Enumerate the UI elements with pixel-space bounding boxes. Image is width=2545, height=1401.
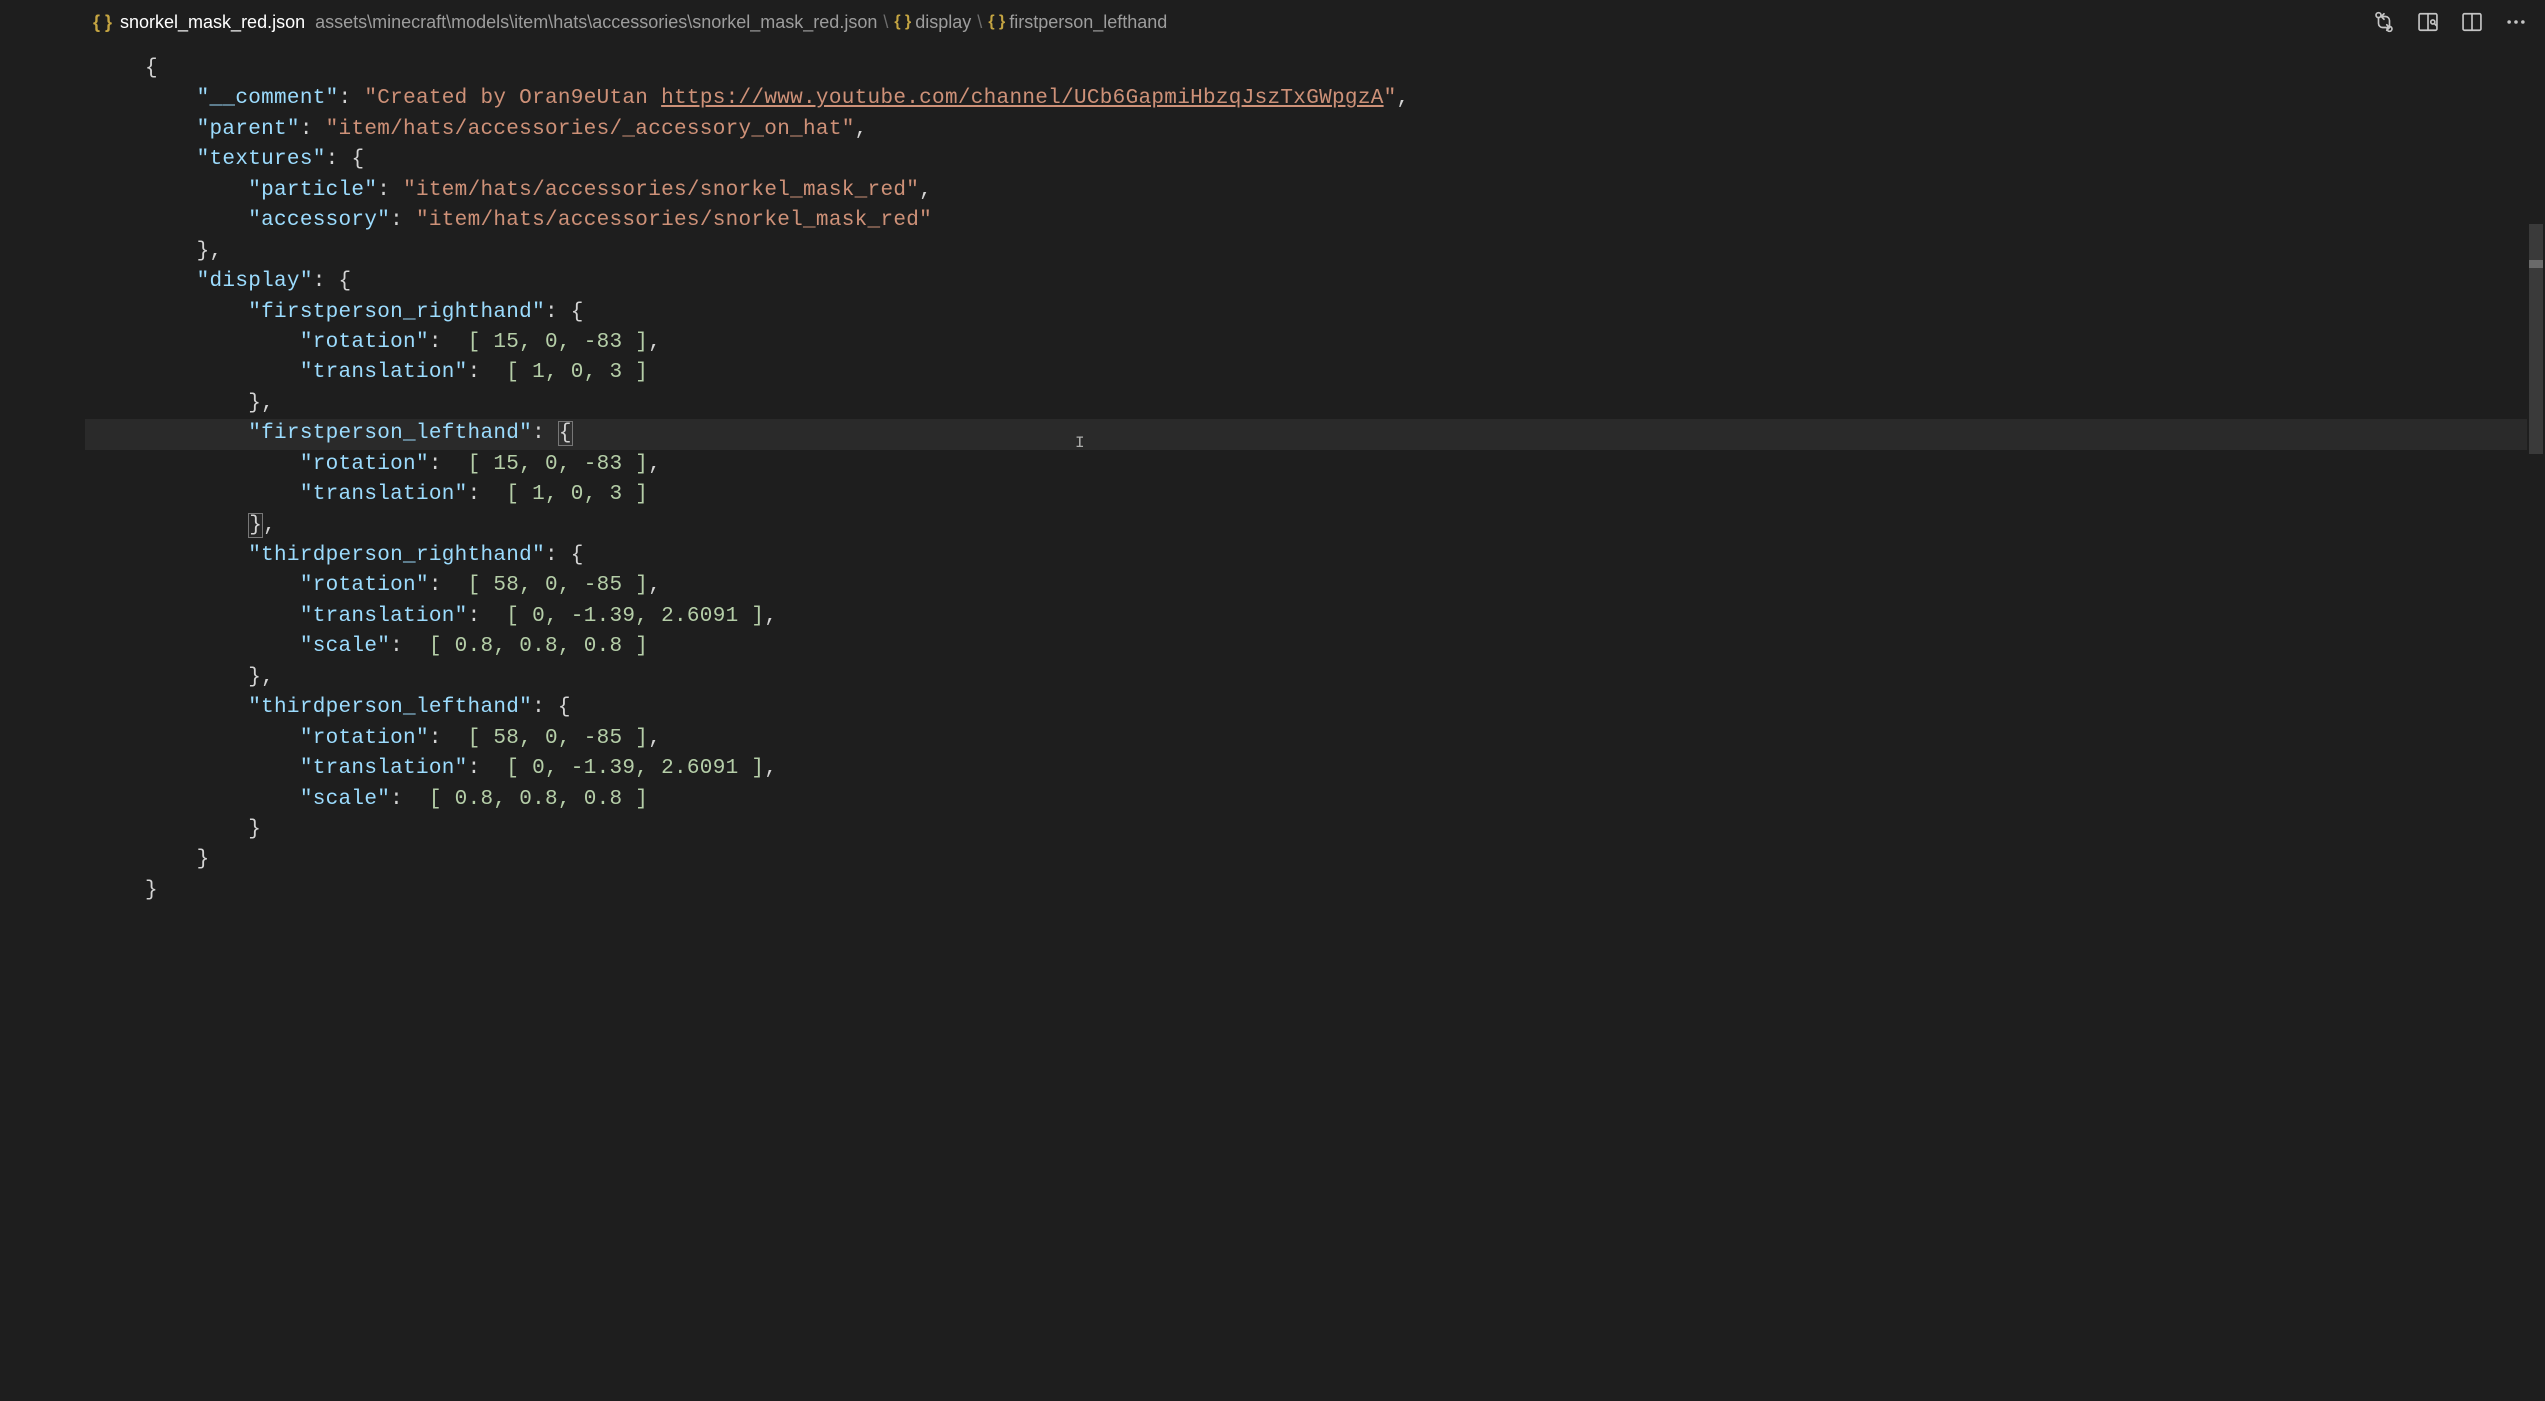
json-key: "textures" xyxy=(197,148,326,171)
scrollbar-thumb[interactable] xyxy=(2529,224,2543,454)
json-key: "scale" xyxy=(300,788,390,811)
more-actions-icon[interactable] xyxy=(2505,11,2527,33)
json-array: [ 0.8, 0.8, 0.8 ] xyxy=(429,788,648,811)
editor-tab-bar: { } snorkel_mask_red.json assets\minecra… xyxy=(85,0,2545,44)
minimap-scrollbar[interactable] xyxy=(2527,44,2545,1401)
split-editor-icon[interactable] xyxy=(2461,11,2483,33)
json-key: "rotation" xyxy=(300,453,429,476)
json-array: [ 0, -1.39, 2.6091 ] xyxy=(506,605,764,628)
bracket-match-open: { xyxy=(558,421,573,446)
json-key: "particle" xyxy=(248,179,377,202)
json-array: [ 15, 0, -83 ] xyxy=(468,453,649,476)
json-key: "rotation" xyxy=(300,331,429,354)
json-key: "rotation" xyxy=(300,727,429,750)
json-object-icon: { } xyxy=(894,13,911,31)
url-link[interactable]: https://www.youtube.com/channel/UCb6Gapm… xyxy=(661,87,1384,110)
json-string: "item/hats/accessories/_accessory_on_hat… xyxy=(326,118,855,141)
json-key: "thirdperson_righthand" xyxy=(248,544,545,567)
tab-filename: snorkel_mask_red.json xyxy=(120,12,305,33)
json-array: [ 58, 0, -85 ] xyxy=(468,574,649,597)
json-string: "item/hats/accessories/snorkel_mask_red" xyxy=(416,209,932,232)
json-key: "firstperson_lefthand" xyxy=(248,422,532,445)
json-string: "item/hats/accessories/snorkel_mask_red" xyxy=(403,179,919,202)
editor-gutter xyxy=(0,0,85,1401)
minimap-cursor-marker xyxy=(2529,260,2543,268)
breadcrumb-sep: \ xyxy=(883,12,888,33)
json-key: "parent" xyxy=(197,118,300,141)
open-preview-icon[interactable] xyxy=(2417,11,2439,33)
compare-changes-icon[interactable] xyxy=(2373,11,2395,33)
json-key: "translation" xyxy=(300,605,468,628)
text-cursor: I xyxy=(1075,432,1076,458)
json-key: "scale" xyxy=(300,635,390,658)
json-key: "__comment" xyxy=(197,87,339,110)
json-object-icon: { } xyxy=(988,13,1005,31)
breadcrumb-path: assets\minecraft\models\item\hats\access… xyxy=(315,12,877,33)
bracket-match-close: } xyxy=(248,513,263,538)
json-key: "firstperson_righthand" xyxy=(248,301,545,324)
tab-actions xyxy=(2373,11,2537,33)
json-array: [ 15, 0, -83 ] xyxy=(468,331,649,354)
json-file-icon: { } xyxy=(93,12,112,33)
json-key: "thirdperson_lefthand" xyxy=(248,696,532,719)
json-array: [ 58, 0, -85 ] xyxy=(468,727,649,750)
breadcrumb-sep: \ xyxy=(977,12,982,33)
json-string: "Created by Oran9eUtan xyxy=(364,87,661,110)
json-key: "translation" xyxy=(300,361,468,384)
json-key: "display" xyxy=(197,270,313,293)
code-editor[interactable]: { "__comment": "Created by Oran9eUtan ht… xyxy=(85,44,2545,1401)
breadcrumb[interactable]: assets\minecraft\models\item\hats\access… xyxy=(315,12,1167,33)
json-key: "accessory" xyxy=(248,209,390,232)
json-array: [ 0, -1.39, 2.6091 ] xyxy=(506,757,764,780)
json-array: [ 1, 0, 3 ] xyxy=(506,361,648,384)
json-array: [ 1, 0, 3 ] xyxy=(506,483,648,506)
json-key: "rotation" xyxy=(300,574,429,597)
breadcrumb-seg-display: display xyxy=(915,12,971,33)
breadcrumb-seg-lefthand: firstperson_lefthand xyxy=(1009,12,1167,33)
editor-main: { } snorkel_mask_red.json assets\minecra… xyxy=(85,0,2545,1401)
json-key: "translation" xyxy=(300,757,468,780)
json-array: [ 0.8, 0.8, 0.8 ] xyxy=(429,635,648,658)
json-key: "translation" xyxy=(300,483,468,506)
json-string: " xyxy=(1384,87,1397,110)
editor-tab[interactable]: { } snorkel_mask_red.json xyxy=(93,12,305,33)
